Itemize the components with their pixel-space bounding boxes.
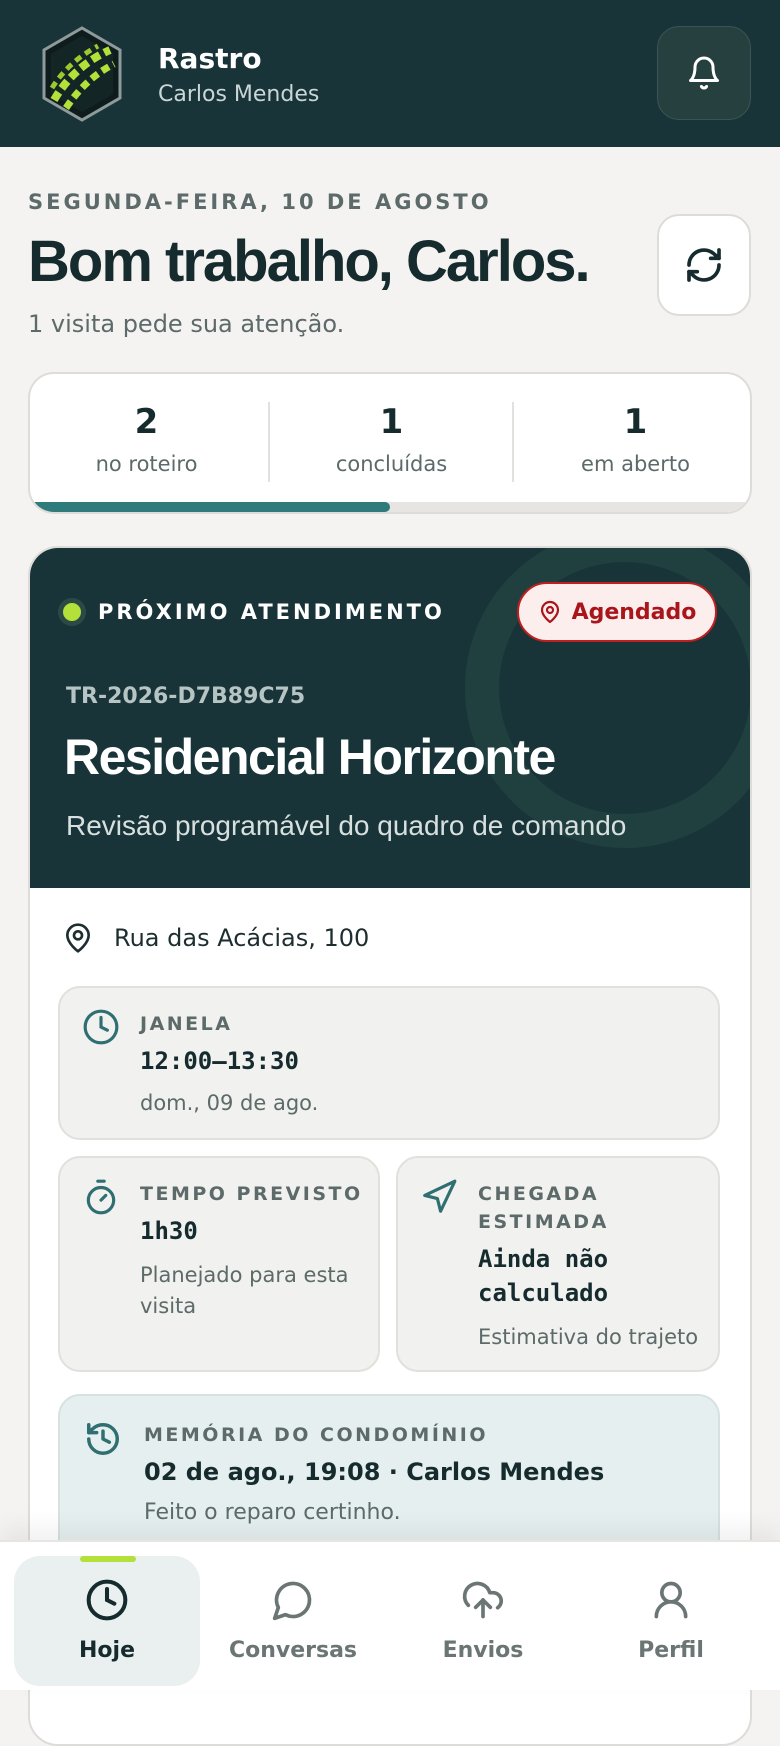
date-label: SEGUNDA-FEIRA, 10 DE AGOSTO: [28, 190, 492, 214]
divider: [512, 402, 514, 482]
app-logo: [40, 26, 124, 122]
divider: [268, 402, 270, 482]
window-date: dom., 09 de ago.: [140, 1091, 319, 1115]
address-row: Rua das Acácias, 100: [62, 920, 369, 956]
nav-item-uploads[interactable]: Envios: [390, 1556, 576, 1686]
visit-description: Revisão programável do quadro de comando: [66, 810, 627, 841]
app-title: Rastro: [158, 42, 262, 75]
refresh-button[interactable]: [657, 214, 751, 316]
memory-label: MEMÓRIA DO CONDOMÍNIO: [144, 1424, 489, 1446]
stat-value: 1: [623, 402, 648, 442]
nav-label: Envios: [442, 1638, 524, 1663]
history-icon: [87, 1423, 119, 1455]
progress-fill: [30, 502, 390, 512]
duration-value: 1h30: [140, 1217, 198, 1245]
window-value: 12:00–13:30: [140, 1047, 299, 1075]
memory-note: Feito o reparo certinho.: [144, 1500, 401, 1525]
nav-label: Hoje: [79, 1638, 135, 1663]
visit-hero: PRÓXIMO ATENDIMENTO Agendado TR-2026-D7B…: [30, 548, 750, 888]
stat-label: concluídas: [335, 452, 448, 476]
stat-value: 1: [379, 402, 404, 442]
duration-sub: Planejado para esta visita: [140, 1263, 349, 1318]
memory-value: 02 de ago., 19:08 · Carlos Mendes: [144, 1458, 605, 1486]
arrival-sub: Estimativa do trajeto: [478, 1325, 699, 1349]
status-label: Agendado: [571, 599, 697, 625]
bell-icon: [689, 56, 719, 90]
chat-icon: [272, 1581, 312, 1621]
status-badge: Agendado: [517, 582, 717, 642]
stat-route: 2 no roteiro: [30, 402, 263, 476]
stat-value: 2: [134, 402, 159, 442]
stat-completed: 1 concluídas: [275, 402, 508, 476]
stat-open: 1 em aberto: [519, 402, 750, 476]
time-window-box: JANELA 12:00–13:30 dom., 09 de ago.: [58, 986, 720, 1140]
status-dot: [58, 598, 86, 626]
active-indicator: [80, 1556, 136, 1562]
next-visit-label: PRÓXIMO ATENDIMENTO: [98, 600, 445, 624]
stat-label: no roteiro: [95, 452, 198, 476]
address-text: Rua das Acácias, 100: [114, 924, 370, 952]
user-name: Carlos Mendes: [158, 82, 320, 107]
map-pin-icon: [540, 600, 559, 624]
nav-label: Conversas: [228, 1638, 358, 1663]
clock-icon: [86, 1579, 128, 1621]
stat-label: em aberto: [581, 452, 690, 476]
notifications-button[interactable]: [657, 26, 751, 120]
navigation-icon: [423, 1179, 457, 1213]
cloud-upload-icon: [462, 1581, 503, 1619]
nav-label: Perfil: [638, 1638, 704, 1663]
map-pin-icon: [66, 923, 90, 953]
arrival-value: Ainda não calculado: [478, 1245, 609, 1307]
nav-item-profile[interactable]: Perfil: [578, 1556, 764, 1686]
daily-stats: 2 no roteiro 1 concluídas 1 em aberto: [28, 372, 752, 514]
visit-title: Residencial Horizonte: [64, 729, 556, 785]
clock-icon: [83, 1009, 119, 1045]
nav-item-conversations[interactable]: Conversas: [200, 1556, 386, 1686]
page-subtitle: 1 visita pede sua atenção.: [28, 310, 345, 338]
arrival-box: CHEGADA ESTIMADA Ainda não calculado Est…: [396, 1156, 720, 1372]
user-icon: [654, 1581, 688, 1619]
page-title: Bom trabalho, Carlos.: [28, 229, 591, 294]
duration-box: TEMPO PREVISTO 1h30 Planejado para esta …: [58, 1156, 380, 1372]
stopwatch-icon: [86, 1179, 116, 1215]
nav-item-today[interactable]: Hoje: [14, 1556, 200, 1686]
window-label: JANELA: [140, 1013, 233, 1035]
progress-bar: [30, 502, 750, 512]
visit-code: TR-2026-D7B89C75: [66, 684, 306, 709]
bottom-navigation: Hoje Conversas Envios Perfil: [0, 1540, 780, 1690]
arrival-label: CHEGADA ESTIMADA: [478, 1183, 609, 1233]
refresh-icon: [687, 248, 721, 282]
app-header: Rastro Carlos Mendes: [0, 0, 780, 147]
duration-label: TEMPO PREVISTO: [140, 1183, 363, 1205]
